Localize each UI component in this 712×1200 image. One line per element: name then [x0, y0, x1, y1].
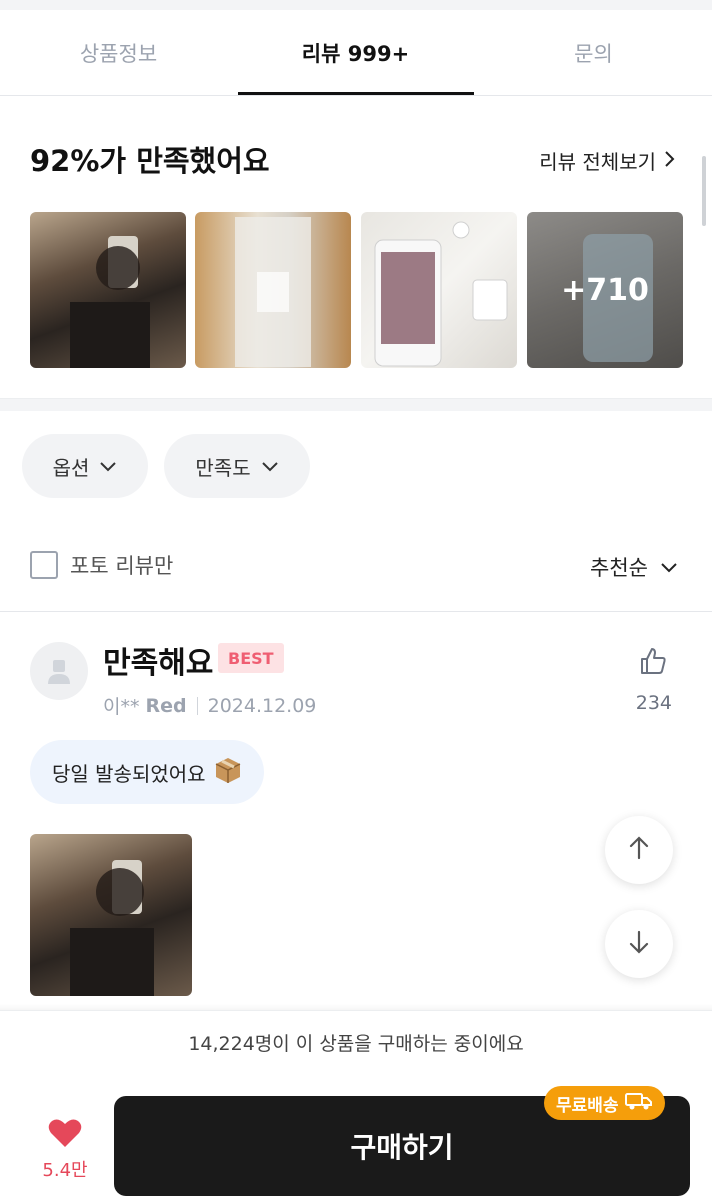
see-all-label: 리뷰 전체보기 — [539, 150, 656, 174]
buy-label: 구매하기 — [350, 1131, 454, 1164]
chevron-down-icon — [261, 454, 279, 478]
tab-product-info[interactable]: 상품정보 — [0, 10, 237, 95]
review-title: 만족해요 — [103, 646, 214, 681]
avatar — [30, 642, 88, 700]
purchased-option: Red — [145, 694, 187, 717]
sort-dropdown[interactable]: 추천순 — [590, 552, 678, 582]
satisfaction-filter-dropdown[interactable]: 만족도 — [164, 434, 310, 498]
review-photo-strip: +710 — [30, 212, 684, 368]
list-separator — [0, 611, 712, 612]
tab-label: 상품정보 — [79, 41, 158, 66]
shipping-status-pill: 당일 발송되었어요 — [30, 740, 264, 804]
option-filter-label: 옵션 — [52, 455, 90, 480]
buying-now-text: 14,224명이 이 상품을 구매하는 중이에요 — [188, 1032, 524, 1055]
chevron-right-icon — [664, 149, 676, 173]
wishlist-count: 5.4만 — [42, 1160, 88, 1181]
photo-only-label: 포토 리뷰만 — [70, 554, 174, 578]
review-photo[interactable] — [30, 834, 192, 996]
buying-now-banner: 14,224명이 이 상품을 구매하는 중이에요 — [0, 1010, 712, 1074]
top-strip — [0, 0, 712, 10]
like-count: 234 — [635, 692, 672, 714]
shipping-status-label: 당일 발송되었어요 — [52, 761, 206, 786]
tab-bar: 상품정보 리뷰 999+ 문의 — [0, 10, 712, 96]
chevron-down-icon — [99, 454, 117, 478]
review-meta: 이** Red 2024.12.09 — [103, 692, 316, 719]
review-photo-thumbnail[interactable] — [361, 212, 517, 368]
thumbs-up-icon[interactable] — [638, 646, 668, 676]
review-photo-thumbnail[interactable] — [195, 212, 351, 368]
review-photo-thumbnail[interactable] — [30, 212, 186, 368]
photo-review-only-toggle[interactable]: 포토 리뷰만 — [30, 550, 173, 580]
package-icon — [214, 756, 242, 789]
scroll-down-button[interactable] — [605, 910, 673, 978]
section-divider — [0, 398, 712, 411]
tab-label: 리뷰 999+ — [301, 41, 410, 66]
arrow-up-icon — [626, 835, 652, 865]
meta-divider — [196, 696, 198, 715]
heart-icon — [48, 1119, 82, 1152]
see-all-reviews-link[interactable]: 리뷰 전체보기 — [539, 146, 676, 175]
reviewer-name: 이** — [103, 696, 140, 718]
photo-only-checkbox[interactable] — [30, 551, 58, 579]
tab-label: 문의 — [574, 41, 613, 66]
user-icon — [48, 660, 70, 684]
best-badge: BEST — [218, 643, 284, 673]
satisfaction-filter-label: 만족도 — [195, 455, 251, 480]
review-date: 2024.12.09 — [207, 694, 317, 717]
arrow-down-icon — [626, 929, 652, 959]
option-filter-dropdown[interactable]: 옵션 — [22, 434, 148, 498]
wishlist-button[interactable]: 5.4만 — [36, 1118, 94, 1182]
tab-inquiry[interactable]: 문의 — [475, 10, 712, 95]
tab-reviews[interactable]: 리뷰 999+ — [237, 10, 474, 95]
more-photos-count: +710 — [561, 272, 649, 308]
free-shipping-label: 무료배송 — [556, 1095, 619, 1116]
active-tab-indicator — [238, 92, 474, 95]
free-shipping-badge: 무료배송 — [544, 1086, 665, 1120]
chevron-down-icon — [660, 555, 678, 579]
more-photos-thumbnail[interactable]: +710 — [527, 212, 683, 368]
satisfaction-summary-title: 92%가 만족했어요 — [30, 144, 270, 178]
truck-icon — [624, 1091, 653, 1116]
scrollbar[interactable] — [702, 156, 706, 226]
sort-label: 추천순 — [590, 556, 648, 580]
scroll-up-button[interactable] — [605, 816, 673, 884]
